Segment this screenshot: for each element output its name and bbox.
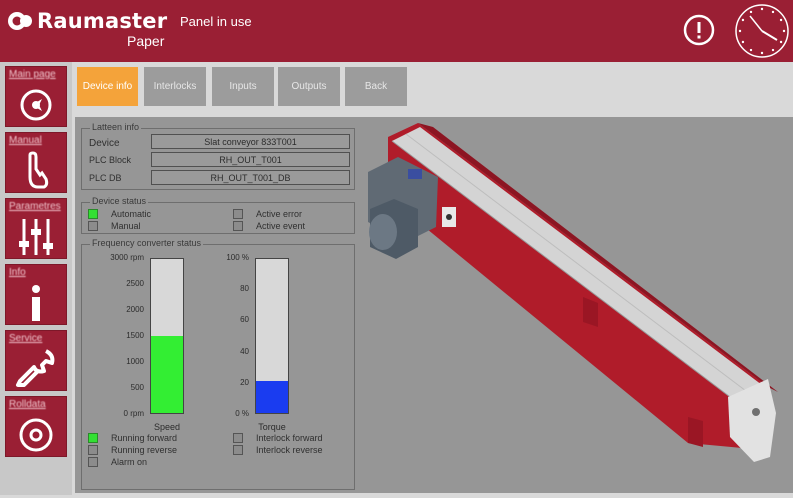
torque-tick-label: 20: [240, 377, 249, 387]
torque-bar-fill: [256, 380, 288, 413]
wrench-icon: [6, 345, 66, 391]
sidebar-item-rolldata[interactable]: Rolldata: [5, 396, 67, 457]
sidebar-item-main-page[interactable]: Main page: [5, 66, 67, 127]
active-error-led: [233, 209, 243, 219]
alarm-on-label: Alarm on: [111, 457, 148, 467]
tab-back[interactable]: Back: [345, 67, 407, 106]
sidebar-item-info[interactable]: Info: [5, 264, 67, 325]
cursor-disc-icon: [6, 81, 66, 127]
active-error-label: Active error: [256, 209, 303, 219]
speed-tick-label: 1000: [126, 357, 144, 366]
torque-tick-label: 40: [240, 346, 249, 356]
interlock-forward-label: Interlock forward: [256, 433, 323, 443]
active-event-label: Active event: [256, 221, 306, 231]
brand-logo: Raumaster: [7, 9, 167, 33]
manual-label: Manual: [111, 221, 141, 231]
sidebar-item-manual[interactable]: Manual: [5, 132, 67, 193]
group-legend: Device status: [90, 196, 149, 206]
speed-tick-label: 500: [130, 383, 144, 392]
plc-db-label: PLC DB: [89, 173, 122, 183]
tab-interlocks[interactable]: Interlocks: [144, 67, 206, 106]
interlock-reverse-led: [233, 445, 243, 455]
torque-bar: [255, 258, 289, 414]
tab-device-info[interactable]: Device info: [77, 67, 138, 106]
tab-bar: Device info Interlocks Inputs Outputs Ba…: [72, 62, 793, 114]
active-event-led: [233, 221, 243, 231]
sidebar-item-label: Service: [9, 333, 43, 344]
slat-conveyor-illustration: [358, 117, 793, 493]
header-bar: Raumaster Paper Panel in use: [0, 0, 793, 62]
speed-tick-label: 0 rpm: [123, 409, 144, 418]
sidebar-item-label: Info: [9, 267, 26, 278]
speed-tick-label: 3000 rpm: [110, 253, 144, 262]
torque-tick-label: 0 %: [235, 409, 249, 418]
tab-outputs[interactable]: Outputs: [278, 67, 340, 106]
speed-bar: [150, 258, 184, 414]
manual-led: [88, 221, 98, 231]
running-forward-label: Running forward: [111, 433, 178, 443]
device-status-group: Device status Automatic Manual Active er…: [81, 196, 355, 234]
sidebar-item-service[interactable]: Service: [5, 330, 67, 391]
sidebar-item-parametres[interactable]: Parametres: [5, 198, 67, 259]
group-legend: Frequency converter status: [90, 238, 204, 248]
sidebar: Main page Manual Parametres Info Service…: [0, 62, 72, 495]
torque-caption: Torque: [258, 422, 286, 432]
speed-bar-fill: [151, 336, 183, 413]
sidebar-item-label: Rolldata: [9, 399, 46, 410]
plc-block-field: RH_OUT_T001: [151, 152, 350, 167]
plc-block-label: PLC Block: [89, 155, 132, 165]
automatic-label: Automatic: [111, 209, 152, 219]
speed-tick-label: 2000: [126, 305, 144, 314]
clock-icon: [733, 2, 791, 60]
brand-name: Raumaster: [37, 9, 168, 33]
running-forward-led: [88, 433, 98, 443]
hand-icon: [6, 147, 66, 193]
panel-status: Panel in use: [180, 14, 252, 29]
roll-icon: [6, 411, 66, 457]
alarm-on-led: [88, 457, 98, 467]
device-field: Slat conveyor 833T001: [151, 134, 350, 149]
raumaster-logo-icon: [7, 11, 33, 31]
speed-tick-label: 1500: [126, 331, 144, 340]
running-reverse-led: [88, 445, 98, 455]
info-icon: [6, 279, 66, 325]
interlock-reverse-label: Interlock reverse: [256, 445, 323, 455]
automatic-led: [88, 209, 98, 219]
torque-tick-label: 100 %: [226, 253, 249, 262]
torque-tick-label: 80: [240, 284, 249, 294]
interlock-forward-led: [233, 433, 243, 443]
sliders-icon: [6, 213, 66, 259]
device-label: Device: [89, 138, 120, 149]
frequency-converter-group: Frequency converter status 3000 rpm 2500 2…: [81, 238, 355, 490]
torque-tick-label: 60: [240, 315, 249, 325]
exclamation-circle-icon[interactable]: [683, 14, 715, 46]
group-legend: Latteen info: [90, 122, 142, 132]
sidebar-item-label: Manual: [9, 135, 42, 146]
speed-tick-label: 2500: [126, 279, 144, 288]
sidebar-item-label: Parametres: [9, 201, 61, 212]
running-reverse-label: Running reverse: [111, 445, 178, 455]
tab-inputs[interactable]: Inputs: [212, 67, 274, 106]
plc-db-field: RH_OUT_T001_DB: [151, 170, 350, 185]
sidebar-item-label: Main page: [9, 69, 56, 80]
device-info-group: Latteen info Device Slat conveyor 833T00…: [81, 122, 355, 190]
speed-caption: Speed: [153, 422, 181, 432]
brand-subtitle: Paper: [127, 33, 165, 49]
